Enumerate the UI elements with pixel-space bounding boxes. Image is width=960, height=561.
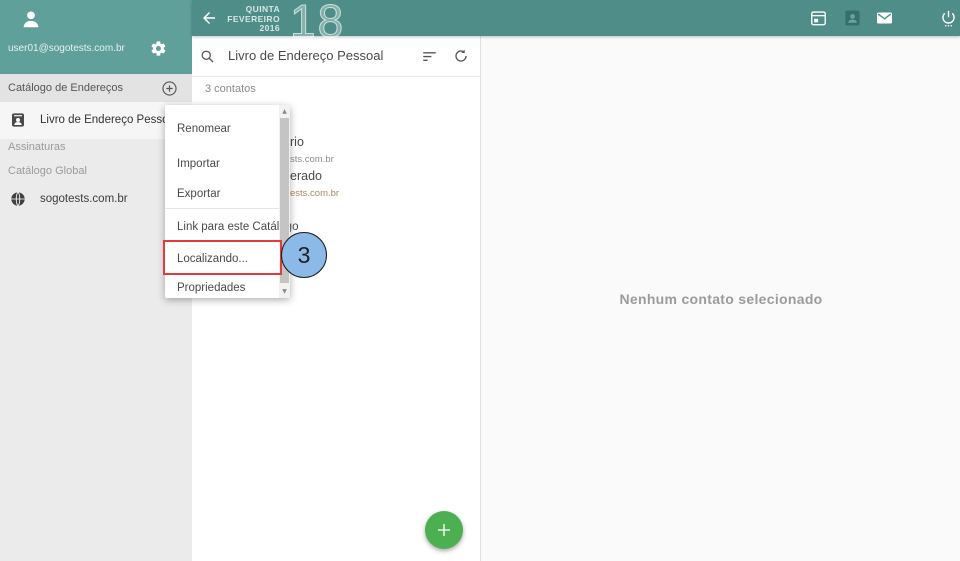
contact-email-fragment: sts.com.br <box>290 154 334 165</box>
search-icon[interactable] <box>200 49 215 64</box>
sidebar-section-global-catalog: Catálogo Global <box>8 165 87 177</box>
sidebar-section-subscriptions: Assinaturas <box>8 141 65 153</box>
sogo-addressbook-screen: user01@sogotests.com.br Catálogo de Ende… <box>0 0 960 561</box>
sort-icon[interactable] <box>422 50 437 63</box>
sidebar-item-global-sogotests[interactable]: sogotests.com.br <box>0 185 192 213</box>
address-book-section-header: Catálogo de Endereços <box>0 74 192 102</box>
contact-detail-panel: Nenhum contato selecionado <box>480 36 960 561</box>
address-book-section-label: Catálogo de Endereços <box>8 74 123 102</box>
contacts-icon[interactable] <box>843 8 862 28</box>
scroll-down-icon[interactable]: ▼ <box>279 288 290 295</box>
header-year: 2016 <box>210 24 280 34</box>
power-icon[interactable] <box>939 8 958 28</box>
plus-icon <box>435 521 453 539</box>
sidebar-item-label: Livro de Endereço Pessoal <box>40 102 177 139</box>
empty-selection-message: Nenhum contato selecionado <box>619 291 822 307</box>
menu-item-rename[interactable]: Renomear <box>165 119 289 139</box>
annotation-step-badge: 3 <box>281 232 327 278</box>
contact-row-email: sts.com.br <box>290 149 334 167</box>
contact-name-fragment: rio <box>290 135 304 149</box>
header-day-number: 18 <box>290 0 345 48</box>
contact-row-email: ests.com.br <box>290 183 339 201</box>
menu-item-import[interactable]: Importar <box>165 154 289 174</box>
menu-item-export[interactable]: Exportar <box>165 184 289 204</box>
contact-name-fragment: erado <box>290 169 322 183</box>
refresh-icon[interactable] <box>453 48 469 64</box>
scroll-up-icon[interactable]: ▲ <box>279 108 290 115</box>
annotation-highlight-box <box>163 240 282 275</box>
sidebar-item-personal-address-book[interactable]: Livro de Endereço Pessoal <box>0 102 192 139</box>
app-header: QUINTA FEVEREIRO 2016 18 <box>192 0 960 36</box>
menu-item-properties[interactable]: Propriedades <box>165 278 289 298</box>
header-date: QUINTA FEVEREIRO 2016 <box>210 5 280 34</box>
menu-divider <box>165 208 279 209</box>
calendar-icon[interactable] <box>809 8 828 28</box>
new-contact-fab[interactable] <box>425 511 463 549</box>
mail-icon[interactable] <box>875 8 894 28</box>
globe-icon <box>10 191 26 207</box>
sidebar-user-header: user01@sogotests.com.br <box>0 0 192 74</box>
menu-item-link-to-catalog[interactable]: Link para este Catálogo <box>165 217 289 237</box>
user-avatar-icon[interactable] <box>20 8 42 30</box>
contact-count-label: 3 contatos <box>205 77 256 101</box>
contact-email-fragment: ests.com.br <box>290 188 339 199</box>
sidebar: user01@sogotests.com.br Catálogo de Ende… <box>0 0 192 561</box>
address-book-icon <box>10 112 26 128</box>
add-addressbook-icon[interactable] <box>161 80 178 97</box>
settings-gear-icon[interactable] <box>150 40 167 57</box>
user-email: user01@sogotests.com.br <box>8 43 125 54</box>
sidebar-item-label: sogotests.com.br <box>40 185 128 213</box>
